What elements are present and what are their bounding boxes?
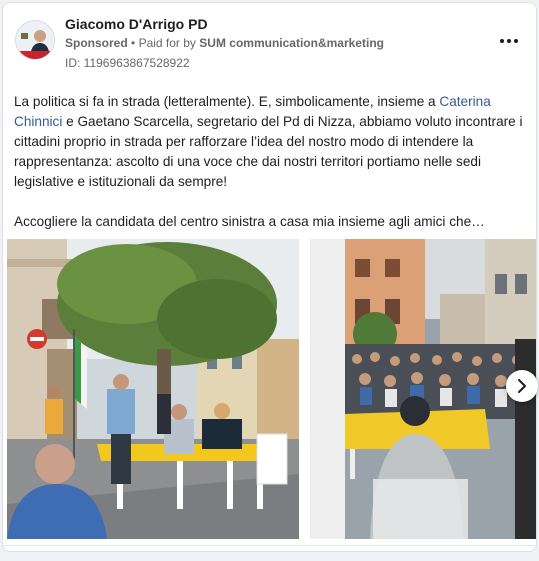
body-text-1: La politica si fa in strada (letteralmen… xyxy=(14,94,440,109)
body-paragraph-2: Accogliere la candidata del centro sinis… xyxy=(14,214,485,229)
media-carousel xyxy=(3,239,536,539)
more-options-button[interactable] xyxy=(496,31,522,51)
card-bottom-divider xyxy=(3,545,536,546)
payer-name: SUM communication&marketing xyxy=(199,36,384,50)
carousel-next-button[interactable] xyxy=(506,370,538,402)
paid-for-prefix: Paid for by xyxy=(138,36,196,50)
more-dot xyxy=(514,39,518,43)
more-horizontal-icon xyxy=(500,39,504,43)
body-paragraph-1: La politica si fa in strada (letteralmen… xyxy=(14,92,526,192)
more-dot xyxy=(507,39,511,43)
post-header: Giacomo D'Arrigo PD Sponsored • Paid for… xyxy=(3,3,536,83)
sponsored-meta: Sponsored • Paid for by SUM communicatio… xyxy=(65,36,384,50)
sponsored-label: Sponsored xyxy=(65,36,128,50)
ad-card: Giacomo D'Arrigo PD Sponsored • Paid for… xyxy=(2,2,537,552)
post-body: La politica si fa in strada (letteralmen… xyxy=(14,92,526,232)
avatar[interactable] xyxy=(15,20,55,60)
body-text-2: e Gaetano Scarcella, segretario del Pd d… xyxy=(14,114,523,189)
slide-gap xyxy=(310,239,345,539)
page-name[interactable]: Giacomo D'Arrigo PD xyxy=(65,16,208,32)
meta-separator: • xyxy=(131,36,136,50)
carousel-image-1[interactable] xyxy=(7,239,299,539)
library-id: ID: 1196963867528922 xyxy=(65,56,190,70)
carousel-image-2[interactable] xyxy=(310,239,536,539)
chevron-right-icon xyxy=(518,379,526,393)
